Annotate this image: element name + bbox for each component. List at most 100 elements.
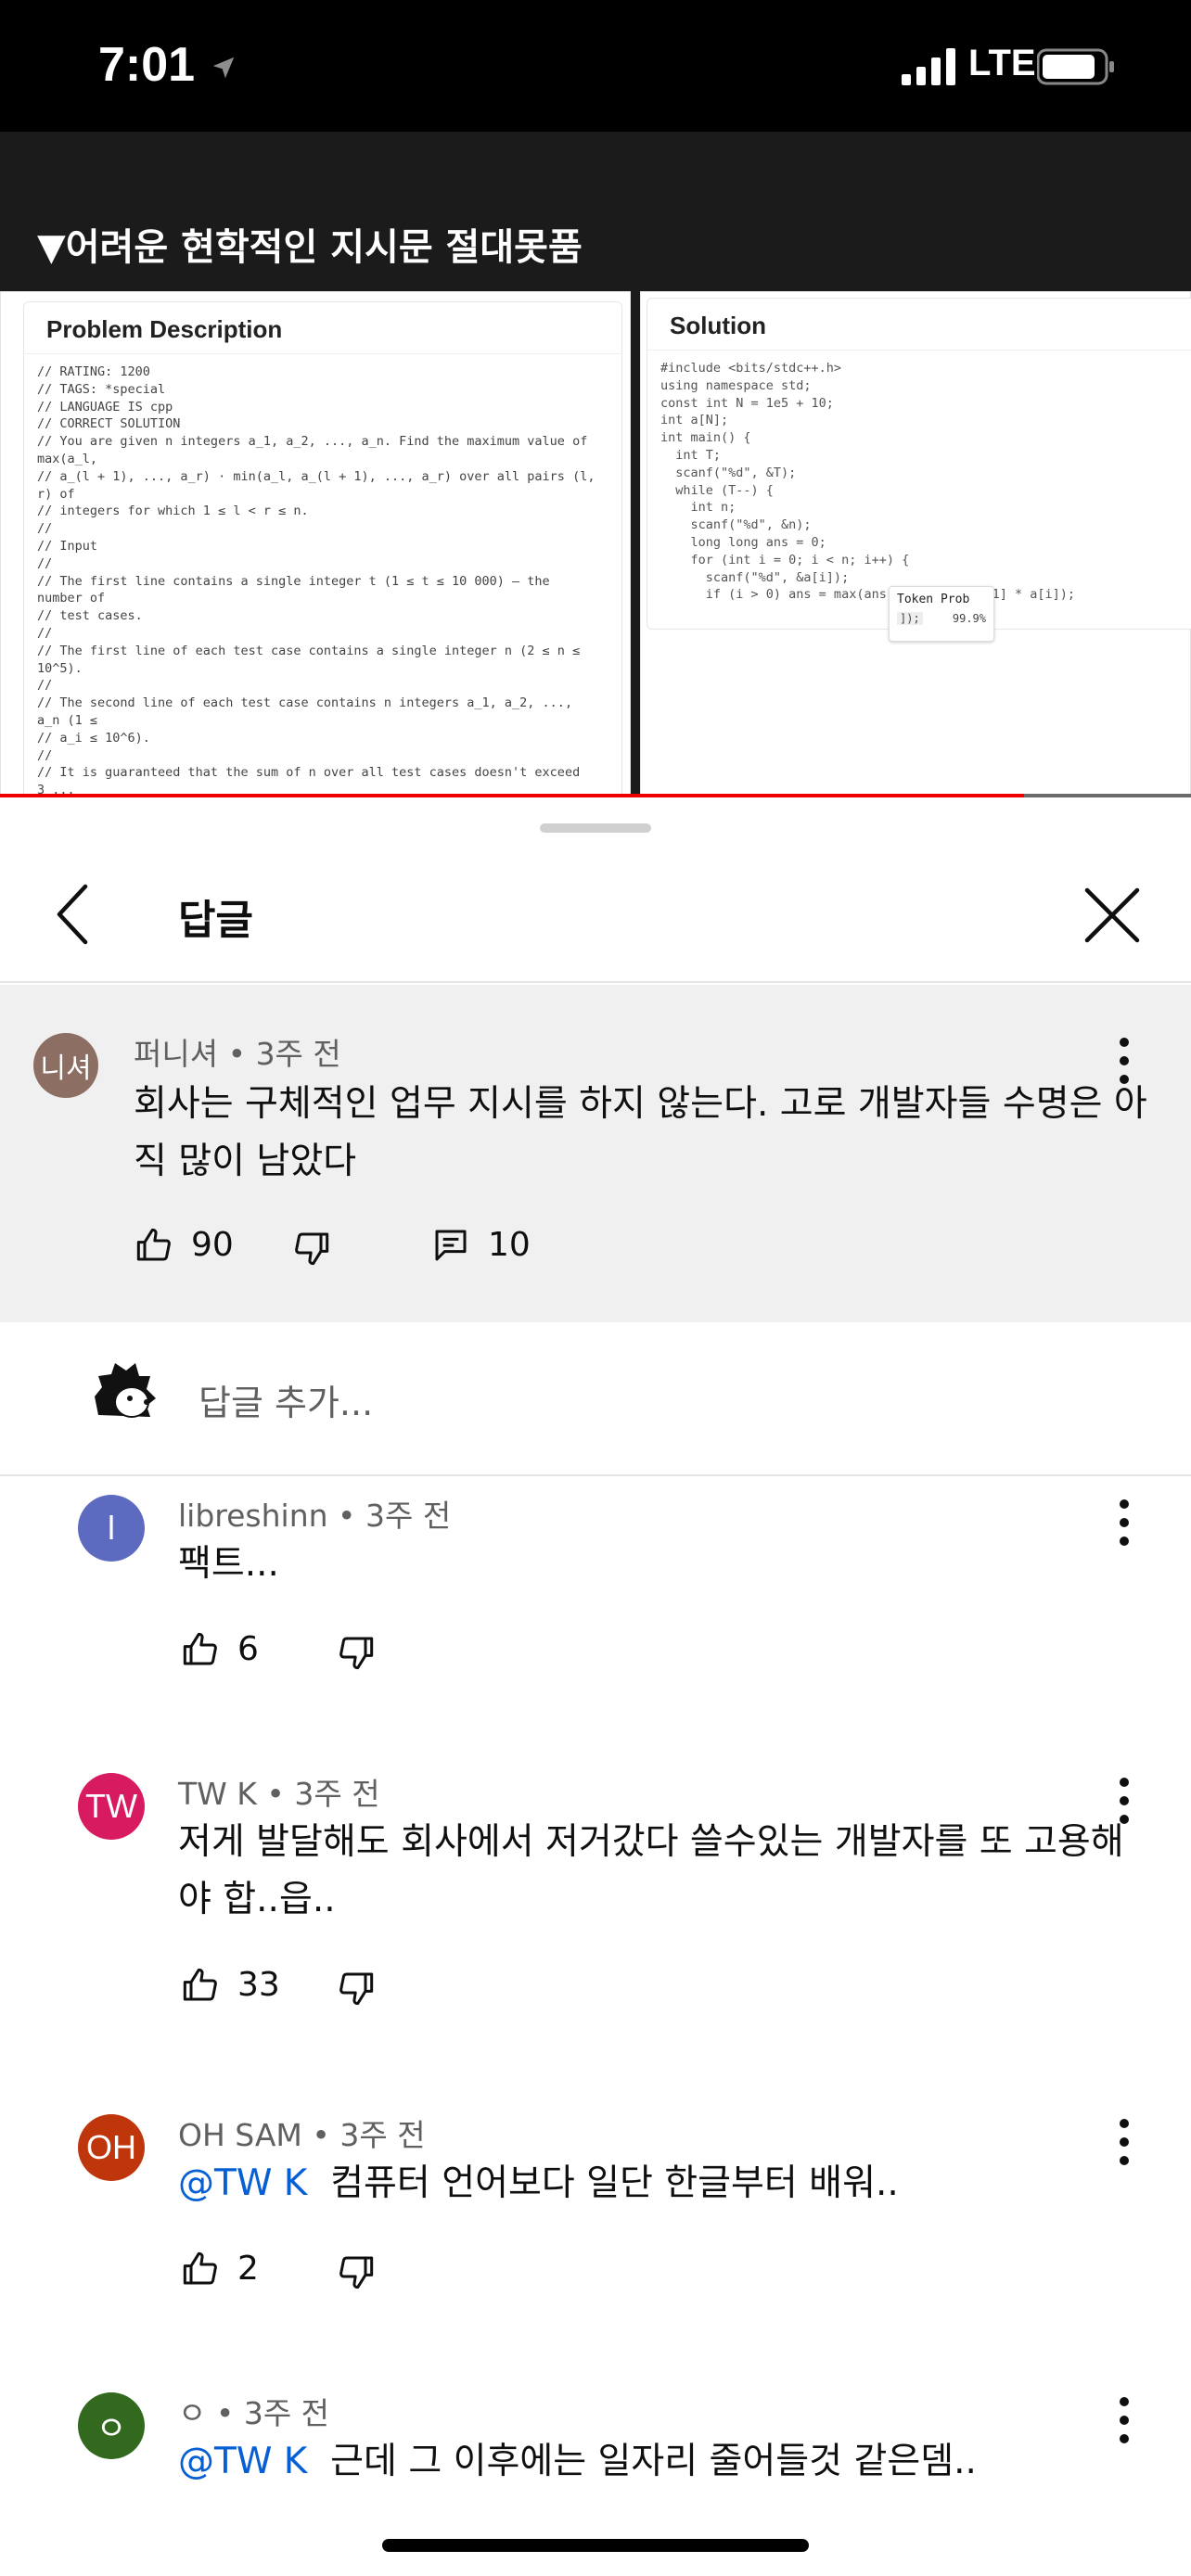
status-bar: 7:01 LTE [0, 0, 1191, 132]
network-type: LTE [968, 43, 1036, 83]
comment-meta: ㅇ • 3주 전 [178, 2389, 329, 2433]
code-line: int a[N]; [660, 413, 729, 428]
close-icon[interactable] [1082, 885, 1143, 946]
reply-comment: l libreshinn • 3주 전 팩트... 6 [0, 1484, 1191, 1743]
avatar[interactable]: ㅇ [78, 2392, 145, 2459]
token-prob-header: Token Prob [897, 593, 970, 606]
mention-link[interactable]: @TW K [178, 2162, 307, 2204]
meta-separator: • [227, 1036, 256, 1072]
comment-author[interactable]: ㅇ [178, 2395, 206, 2431]
thumbs-down-icon[interactable] [338, 1970, 375, 2007]
like-count: 6 [237, 1630, 259, 1668]
comment-body: 컴퓨터 언어보다 일단 한글부터 배워.. [330, 2162, 899, 2204]
avatar-initials: OH [86, 2128, 136, 2166]
mention-link[interactable]: @TW K [178, 2441, 307, 2482]
code-line: const int N = 1e5 + 10; [660, 395, 834, 411]
video-player[interactable]: ▼어려운 현학적인 지시문 절대못품 Problem Description /… [0, 132, 1191, 797]
thumbs-up-icon [136, 1228, 171, 1260]
avatar-initials: 니셔 [40, 1053, 92, 1084]
token-prob-token: ]); [897, 612, 923, 625]
avatar[interactable]: TW [78, 1773, 145, 1840]
comment-time: 3주 전 [339, 2117, 426, 2153]
comment-author[interactable]: TW K [178, 1776, 257, 1812]
sheet-drag-handle[interactable] [540, 823, 651, 833]
code-line: int T; [660, 447, 722, 463]
code-line: long long ans = 0; [660, 534, 826, 550]
comment-author[interactable]: 퍼니셔 [134, 1036, 218, 1072]
thumbs-up-icon [183, 1968, 217, 2000]
code-line: scanf("%d", &T); [660, 465, 797, 480]
solution-code: #include <bits/stdc++.h> using namespace … [647, 351, 1191, 613]
replies-sheet: 답글 니셔 퍼니셔 • 3주 전 회사는 구체적인 업무 지시를 하지 않는다.… [0, 797, 1191, 2576]
replies-button[interactable]: 10 [432, 1226, 531, 1264]
thumbs-down-icon[interactable] [338, 2253, 375, 2290]
avatar-initials: ㅇ [96, 2409, 127, 2447]
thumbs-down-icon[interactable] [338, 1634, 375, 1671]
problem-line: // [37, 555, 53, 571]
problem-line: // Input [37, 538, 98, 554]
avatar[interactable]: 니셔 [33, 1033, 98, 1098]
add-reply-row[interactable]: 답글 추가... [0, 1322, 1191, 1476]
problem-line: max(a_l, [37, 451, 98, 466]
code-line: #include <bits/stdc++.h> [660, 361, 842, 376]
problem-line: a_n (1 ≤ [37, 712, 98, 728]
like-button[interactable]: 6 [182, 1630, 259, 1668]
problem-card: Problem Description // RATING: 1200 // TA… [23, 301, 622, 797]
comment-icon [435, 1230, 467, 1260]
comment-author[interactable]: OH SAM [178, 2117, 302, 2153]
video-caption: ▼어려운 현학적인 지시문 절대못품 [37, 226, 583, 269]
hedgehog-avatar-icon [95, 1363, 156, 1418]
comment-body: 근데 그 이후에는 일자리 줄어들것 같은뎀.. [330, 2441, 977, 2482]
comment-text: 팩트... [178, 1536, 1133, 1593]
problem-line: // The first line contains a single inte… [37, 573, 550, 589]
like-button[interactable]: 33 [182, 1966, 280, 2004]
thumbs-up-icon [183, 1632, 217, 1664]
like-button[interactable]: 90 [135, 1226, 234, 1264]
comment-author[interactable]: libreshinn [178, 1498, 328, 1534]
comment-text: 저게 발달해도 회사에서 저거갔다 쓸수있는 개발자를 또 고용해야 합..읍.… [178, 1814, 1133, 1929]
problem-line: r) of [37, 486, 75, 502]
like-button[interactable]: 2 [182, 2250, 259, 2288]
comment-time: 3주 전 [294, 1776, 380, 1812]
problem-line: // You are given n integers a_1, a_2, ..… [37, 434, 588, 450]
code-line: int main() { [660, 430, 751, 446]
comment-time: 3주 전 [243, 2395, 330, 2431]
comment-meta: TW K • 3주 전 [178, 1769, 380, 1814]
solution-title: Solution [647, 299, 1191, 351]
token-prob-tooltip: Token Prob ]); 99.9% [889, 586, 994, 642]
code-line: while (T--) { [660, 482, 774, 498]
back-arrow-icon[interactable] [48, 881, 100, 948]
comment-text: @TW K 근데 그 이후에는 일자리 줄어들것 같은뎀.. [178, 2433, 1133, 2491]
problem-line: number of [37, 591, 106, 606]
comment-body: 저게 발달해도 회사에서 저거갔다 쓸수있는 개발자를 또 고용해야 합..읍.… [178, 1821, 1124, 1920]
avatar[interactable]: l [78, 1495, 145, 1562]
code-line: using namespace std; [660, 377, 812, 393]
problem-line: // a_i ≤ 10^6). [37, 730, 150, 746]
solution-card: Solution #include <bits/stdc++.h> using n… [647, 298, 1191, 630]
token-prob-value: 99.9% [952, 612, 986, 625]
avatar[interactable]: OH [78, 2114, 145, 2181]
comment-meta: OH SAM • 3주 전 [178, 2111, 426, 2155]
problem-line: // [37, 521, 53, 537]
meta-separator: • [206, 2395, 244, 2431]
code-line: scanf("%d", &a[i]); [660, 569, 850, 585]
code-line: for (int i = 0; i < n; i++) { [660, 552, 910, 567]
reply-count: 10 [488, 1226, 531, 1264]
status-time: 7:01 [98, 38, 196, 92]
comment-text: @TW K 컴퓨터 언어보다 일단 한글부터 배워.. [178, 2155, 1133, 2213]
meta-separator: • [256, 1776, 295, 1812]
thumbs-down-icon[interactable] [293, 1230, 330, 1267]
problem-line: // It is guaranteed that the sum of n ov… [37, 765, 581, 781]
problem-line: // [37, 678, 53, 694]
home-indicator[interactable] [382, 2539, 809, 2552]
problem-line: // CORRECT SOLUTION [37, 416, 181, 432]
add-reply-input[interactable]: 답글 추가... [198, 1374, 373, 1425]
like-count: 90 [191, 1226, 234, 1264]
problem-line: // integers for which 1 ≤ l < r ≤ n. [37, 504, 309, 519]
location-arrow-icon [212, 57, 235, 79]
problem-line: // TAGS: *special [37, 381, 166, 397]
comment-text: 회사는 구체적인 업무 지시를 하지 않는다. 고로 개발자들 수명은 아직 많… [134, 1083, 1147, 1182]
comment-meta: libreshinn • 3주 전 [178, 1491, 451, 1536]
problem-line: // test cases. [37, 608, 143, 624]
problem-line: // a_(l + 1), ..., a_r) · min(a_l, a_(l … [37, 468, 596, 484]
